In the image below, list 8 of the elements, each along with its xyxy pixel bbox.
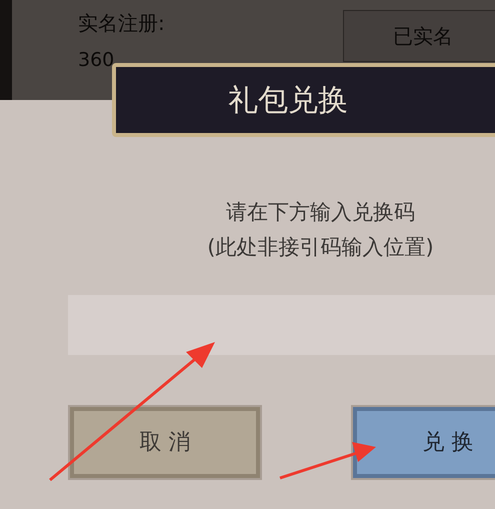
redeem-button[interactable]: 兑 换 bbox=[353, 407, 495, 478]
instruction-text: 请在下方输入兑换码 bbox=[226, 199, 415, 226]
instruction-text: (此处非接引码输入位置) bbox=[207, 234, 434, 261]
dialog-title: 礼包兑换 bbox=[228, 82, 348, 120]
cancel-button[interactable]: 取 消 bbox=[70, 407, 260, 478]
field-value: 360 bbox=[78, 48, 114, 73]
field-label: 实名注册: bbox=[78, 10, 165, 37]
code-input-field[interactable] bbox=[68, 295, 495, 355]
